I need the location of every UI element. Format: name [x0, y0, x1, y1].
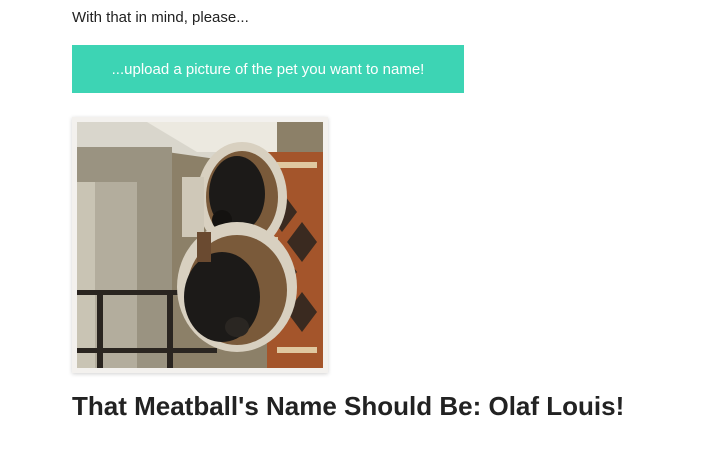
upload-picture-button[interactable]: ...upload a picture of the pet you want … [72, 45, 464, 93]
pet-photo-frame [72, 117, 328, 373]
pet-photo-image [77, 122, 323, 368]
page: With that in mind, please... ...upload a… [0, 0, 720, 465]
intro-text: With that in mind, please... [72, 9, 249, 26]
pet-photo [77, 122, 323, 368]
result-heading: That Meatball's Name Should Be: Olaf Lou… [72, 391, 625, 421]
